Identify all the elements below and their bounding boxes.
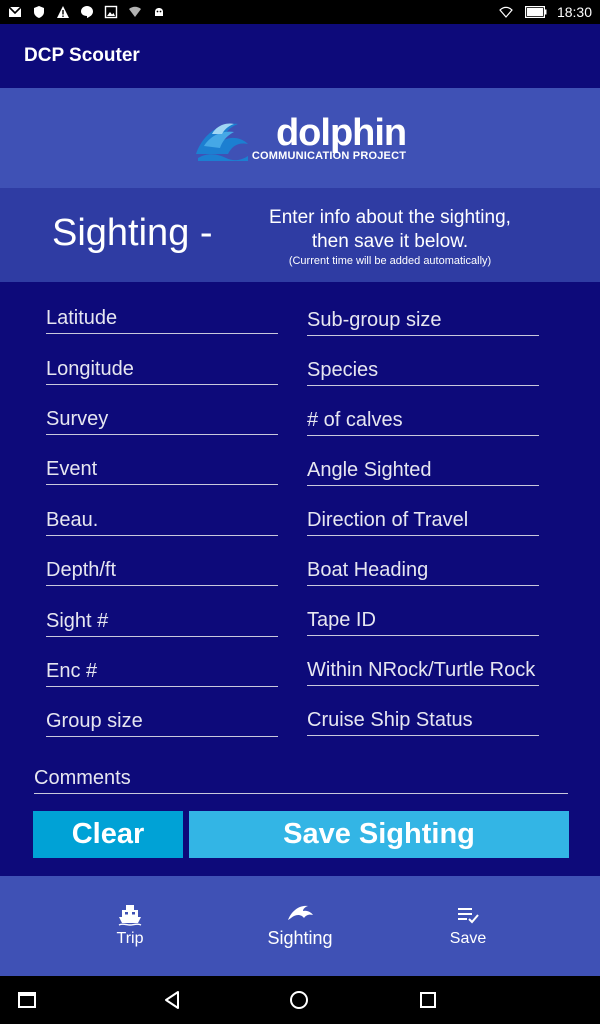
logo-subtitle: COMMUNICATION PROJECT	[251, 150, 407, 162]
sight-number-input[interactable]	[46, 601, 278, 636]
status-bar: 18:30	[0, 0, 600, 24]
group-size-field[interactable]	[46, 701, 278, 737]
species-input[interactable]	[307, 350, 539, 385]
dolphin-icon	[288, 905, 313, 920]
angle-sighted-field[interactable]	[307, 450, 539, 486]
logo-wordmark: dolphin	[275, 112, 407, 154]
home-icon[interactable]	[289, 990, 309, 1010]
warning-icon	[57, 6, 69, 18]
comments-field[interactable]	[34, 758, 568, 794]
hint-small: (Current time will be added automaticall…	[288, 255, 492, 267]
save-sighting-button[interactable]: Save Sighting	[189, 811, 569, 858]
latitude-input[interactable]	[46, 298, 278, 333]
enc-number-field[interactable]	[46, 651, 278, 687]
logo-band: dolphin COMMUNICATION PROJECT	[0, 88, 600, 188]
sight-number-field[interactable]	[46, 601, 278, 637]
enc-number-input[interactable]	[46, 651, 278, 686]
hangouts-icon	[81, 6, 93, 18]
survey-input[interactable]	[46, 399, 278, 434]
longitude-field[interactable]	[46, 349, 278, 385]
status-icons-left	[8, 5, 166, 19]
depth-input[interactable]	[46, 550, 278, 585]
back-icon[interactable]	[162, 990, 182, 1010]
gmail-icon	[8, 6, 22, 17]
nav-sighting-label: Sighting	[267, 928, 333, 948]
overview-icon[interactable]	[418, 990, 438, 1010]
sighting-title: Sighting -	[52, 212, 213, 254]
wifi-icon	[499, 6, 513, 18]
status-time: 18:30	[556, 4, 592, 20]
depth-field[interactable]	[46, 550, 278, 586]
direction-of-travel-field[interactable]	[307, 500, 539, 536]
beau-input[interactable]	[46, 500, 278, 535]
cruise-ship-status-input[interactable]	[307, 700, 539, 735]
hint-line-2: then save it below.	[311, 231, 469, 252]
wifi-question-icon	[129, 6, 141, 17]
status-icons-right: 18:30	[497, 4, 592, 20]
angle-sighted-input[interactable]	[307, 450, 539, 485]
shield-icon	[34, 6, 44, 18]
recent-apps-icon[interactable]	[17, 990, 37, 1010]
nav-save[interactable]: Save	[408, 904, 528, 948]
event-field[interactable]	[46, 449, 278, 485]
boat-heading-field[interactable]	[307, 550, 539, 586]
battery-icon	[524, 6, 547, 18]
checklist-icon	[458, 908, 479, 924]
sub-group-size-input[interactable]	[307, 300, 539, 335]
dolphin-wave-icon	[195, 123, 248, 161]
nav-sighting[interactable]: Sighting	[240, 902, 360, 949]
android-icon	[155, 8, 163, 16]
calves-input[interactable]	[307, 400, 539, 435]
sighting-hint: Enter info about the sighting, then save…	[240, 206, 540, 267]
species-field[interactable]	[307, 350, 539, 386]
event-input[interactable]	[46, 449, 278, 484]
dcp-logo: dolphin COMMUNICATION PROJECT	[194, 112, 407, 162]
app-bar: DCP Scouter	[0, 24, 600, 88]
hint-line-1: Enter info about the sighting,	[269, 207, 511, 228]
tape-id-input[interactable]	[307, 600, 539, 635]
group-size-input[interactable]	[46, 701, 278, 736]
comments-input[interactable]	[34, 758, 568, 793]
within-rock-input[interactable]	[307, 650, 539, 685]
tape-id-field[interactable]	[307, 600, 539, 636]
direction-of-travel-input[interactable]	[307, 500, 539, 535]
survey-field[interactable]	[46, 399, 278, 435]
within-rock-field[interactable]	[307, 650, 539, 686]
nav-save-label: Save	[449, 930, 487, 947]
boat-heading-input[interactable]	[307, 550, 539, 585]
system-nav-bar	[0, 976, 600, 1024]
bottom-nav: Trip Sighting Save	[0, 876, 600, 976]
nav-trip[interactable]: Trip	[70, 904, 190, 948]
clear-button[interactable]: Clear	[33, 811, 183, 858]
calves-field[interactable]	[307, 400, 539, 436]
image-icon	[104, 5, 118, 19]
sighting-header: Sighting - Enter info about the sighting…	[0, 188, 600, 282]
nav-trip-label: Trip	[116, 930, 144, 947]
beau-field[interactable]	[46, 500, 278, 536]
cruise-ship-status-field[interactable]	[307, 700, 539, 736]
sub-group-size-field[interactable]	[307, 300, 539, 336]
latitude-field[interactable]	[46, 298, 278, 334]
app-title: DCP Scouter	[24, 45, 140, 66]
longitude-input[interactable]	[46, 349, 278, 384]
ship-icon	[118, 905, 142, 926]
